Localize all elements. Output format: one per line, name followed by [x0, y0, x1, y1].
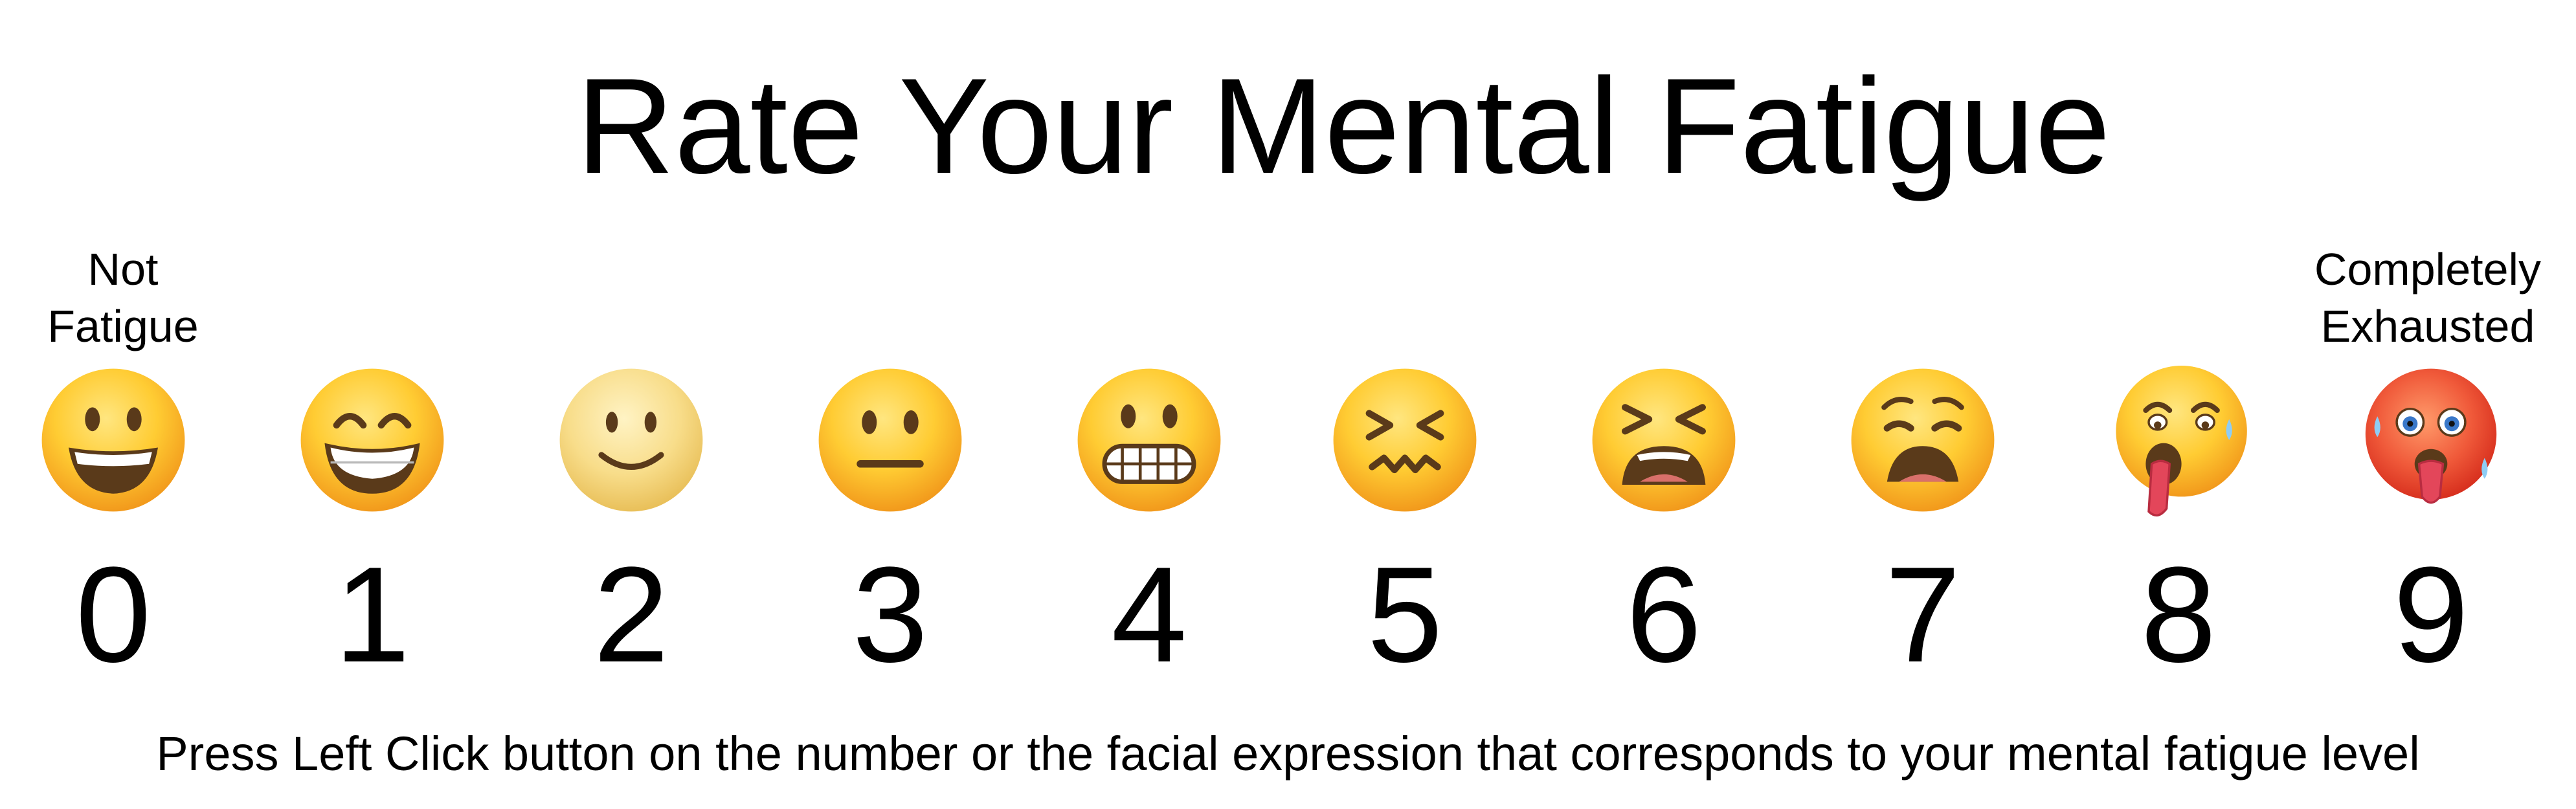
confounded-face-icon[interactable]: [1330, 366, 1479, 515]
rating-option-4[interactable]: 4: [1065, 362, 1233, 686]
fatigue-rating-scale: 0 1 2 3 4 5 6 7 8 9: [0, 362, 2576, 686]
rating-number-4[interactable]: 4: [1065, 544, 1233, 686]
slightly-smiling-face-icon[interactable]: [557, 366, 706, 515]
rating-number-7[interactable]: 7: [1839, 544, 2007, 686]
page-title: Rate Your Mental Fatigue: [576, 50, 2111, 202]
rating-option-1[interactable]: 1: [288, 362, 456, 686]
tired-face-icon[interactable]: [1589, 366, 1738, 515]
rating-option-7[interactable]: 7: [1839, 362, 2007, 686]
rating-number-8[interactable]: 8: [2094, 544, 2263, 686]
rating-option-9[interactable]: 9: [2347, 362, 2515, 686]
grinning-face-icon[interactable]: [39, 366, 188, 515]
rating-number-5[interactable]: 5: [1321, 544, 1489, 686]
beaming-face-icon[interactable]: [298, 366, 447, 515]
rating-option-6[interactable]: 6: [1580, 362, 1748, 686]
rating-number-6[interactable]: 6: [1580, 544, 1748, 686]
rating-option-8[interactable]: 8: [2094, 362, 2263, 686]
rating-option-2[interactable]: 2: [547, 362, 715, 686]
rating-option-0[interactable]: 0: [29, 362, 197, 686]
rating-number-2[interactable]: 2: [547, 544, 715, 686]
rating-option-5[interactable]: 5: [1321, 362, 1489, 686]
instruction-text: Press Left Click button on the number or…: [156, 727, 2420, 781]
rating-number-0[interactable]: 0: [29, 544, 197, 686]
neutral-face-icon[interactable]: [816, 366, 965, 515]
high-anchor-label: Completely Exhausted: [2314, 244, 2542, 351]
exhausted-tongue-out-face-icon[interactable]: [2104, 366, 2253, 516]
rating-number-1[interactable]: 1: [288, 544, 456, 686]
rating-option-3[interactable]: 3: [806, 362, 974, 686]
rating-number-9[interactable]: 9: [2347, 544, 2515, 686]
grimacing-face-icon[interactable]: [1075, 366, 1224, 515]
hot-face-icon[interactable]: [2357, 366, 2505, 515]
rating-number-3[interactable]: 3: [806, 544, 974, 686]
low-anchor-label: Not Fatigue: [47, 244, 199, 351]
weary-face-icon[interactable]: [1848, 366, 1997, 515]
